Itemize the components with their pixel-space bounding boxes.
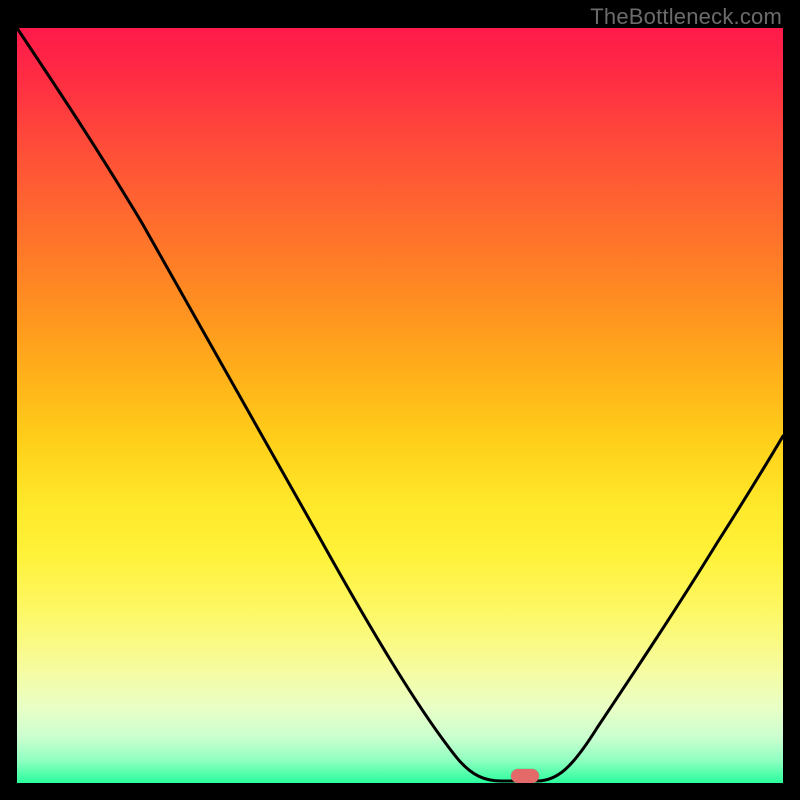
optimal-marker (511, 769, 539, 783)
curve-path (17, 28, 783, 781)
plot-area (17, 28, 783, 783)
chart-frame: TheBottleneck.com (0, 0, 800, 800)
watermark-text: TheBottleneck.com (590, 4, 782, 30)
bottleneck-curve (17, 28, 783, 783)
